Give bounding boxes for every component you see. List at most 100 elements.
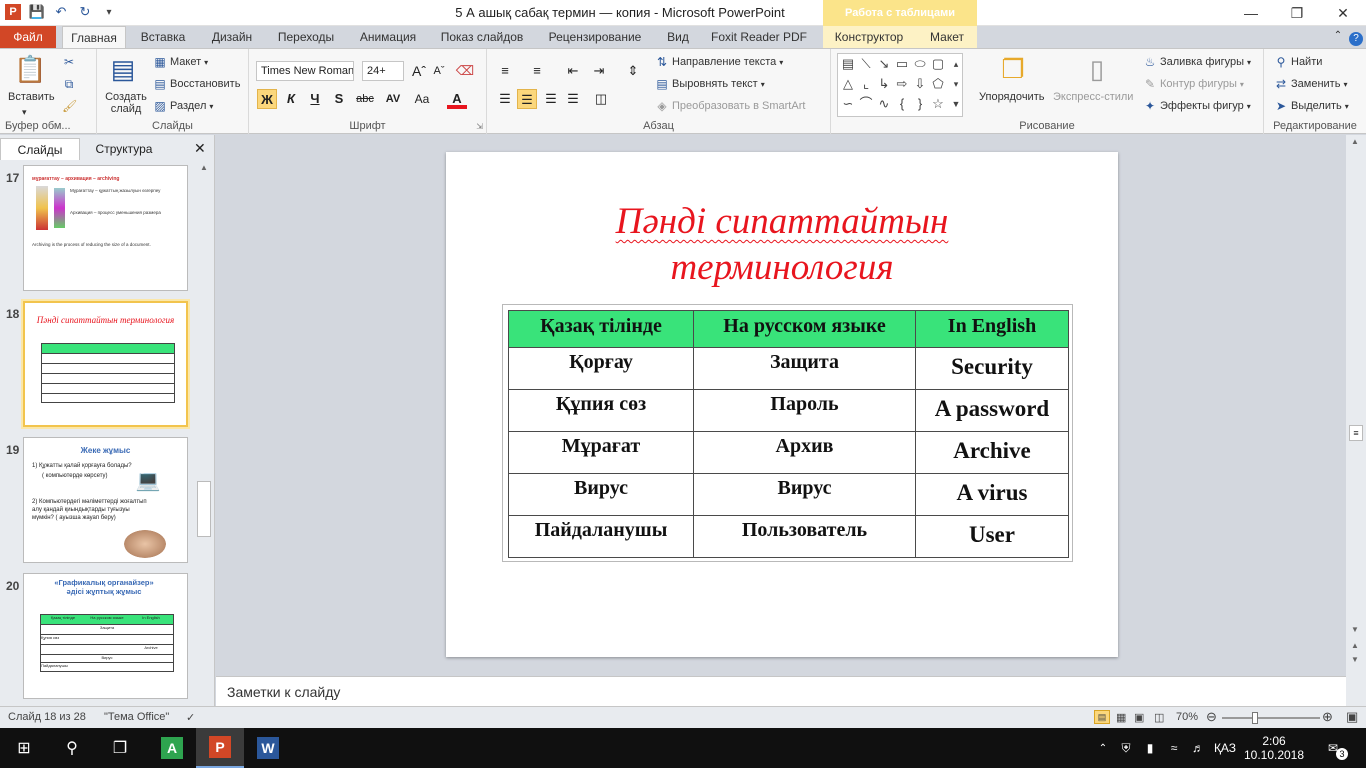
minimize-button[interactable]: — — [1228, 0, 1274, 26]
clock[interactable]: 2:06 10.10.2018 — [1244, 728, 1304, 768]
scroll-down-icon[interactable]: ▼ — [1351, 625, 1359, 634]
slide-vertical-scrollbar[interactable]: ▲ ≡ ▼ ▲ ▼ — [1346, 135, 1366, 706]
tab-home[interactable]: Главная — [62, 26, 126, 49]
bold-button[interactable]: Ж — [257, 89, 277, 109]
cell-english[interactable]: A virus — [915, 473, 1069, 516]
down-arrow-shape-icon[interactable]: ⇩ — [912, 76, 928, 92]
table-selection-frame[interactable]: Қазақ тілінде На русском языке In Englis… — [502, 304, 1073, 562]
change-case-button[interactable]: Aa — [409, 89, 435, 109]
font-name-combo[interactable]: Times New Roman — [256, 61, 354, 81]
tab-outline[interactable]: Структура — [82, 138, 166, 160]
normal-view-icon[interactable]: ▤ — [1094, 710, 1110, 724]
battery-icon[interactable]: ▮ — [1140, 728, 1160, 768]
shrink-font-icon[interactable]: Aˇ — [429, 61, 449, 81]
zoom-in-icon[interactable]: ⊕ — [1322, 709, 1333, 725]
zoom-slider[interactable] — [1222, 712, 1320, 724]
scroll-up-icon[interactable]: ▲ — [200, 163, 208, 172]
powerpoint-taskbar-icon[interactable]: P — [196, 728, 244, 768]
slide-canvas[interactable]: Пәнді сипаттайтын терминология Қазақ тіл… — [446, 152, 1118, 657]
cell-kazakh[interactable]: Қорғау — [508, 347, 694, 390]
line-shape-icon[interactable]: ⟍ — [858, 56, 874, 72]
align-center-icon[interactable]: ☰ — [517, 89, 537, 109]
decrease-indent-icon[interactable]: ⇤ — [563, 61, 583, 81]
reading-view-icon[interactable]: ▣ — [1134, 711, 1144, 724]
tab-transitions[interactable]: Переходы — [270, 26, 342, 48]
cell-russian[interactable]: Вирус — [693, 473, 916, 516]
cell-kazakh[interactable]: Құпия сөз — [508, 389, 694, 432]
elbow-connector-shape-icon[interactable]: ⌞ — [858, 76, 874, 92]
textbox-shape-icon[interactable]: ▤ — [840, 56, 856, 72]
cell-kazakh[interactable]: Вирус — [508, 473, 694, 516]
ribbon-collapse-icon[interactable]: ⌃ — [1330, 26, 1346, 48]
underline-button[interactable]: Ч — [305, 89, 325, 109]
find-button[interactable]: ⚲ Найти — [1274, 55, 1323, 69]
arrange-icon[interactable]: ❐ — [997, 53, 1029, 85]
defender-icon[interactable]: ⛨ — [1116, 728, 1136, 768]
paste-dropdown-icon[interactable]: ▾ — [22, 107, 27, 118]
font-size-combo[interactable]: 24+ — [362, 61, 404, 81]
volume-icon[interactable]: ♬ — [1188, 728, 1208, 768]
wifi-icon[interactable]: ≈ — [1164, 728, 1184, 768]
dialog-launcher-icon[interactable]: ⇲ — [476, 122, 483, 131]
cell-kazakh[interactable]: Пайдаланушы — [508, 515, 694, 558]
columns-icon[interactable]: ◫ — [591, 89, 611, 109]
freeform-shape-icon[interactable]: ∿ — [876, 96, 892, 112]
grow-font-icon[interactable]: Aˆ — [409, 61, 429, 81]
slide-thumbnail-20[interactable]: «Графикалық органайзер» әдісі жұптық жұм… — [23, 573, 188, 699]
reset-button[interactable]: ▤ Восстановить — [153, 77, 240, 91]
gallery-down-icon[interactable]: ▾ — [948, 76, 964, 92]
shape-effects-button[interactable]: ✦ Эффекты фигур ▾ — [1143, 99, 1251, 113]
tab-insert[interactable]: Вставка — [131, 26, 195, 48]
header-russian[interactable]: На русском языке — [693, 310, 916, 348]
cell-english[interactable]: Archive — [915, 431, 1069, 474]
new-slide-icon[interactable]: ▤ — [107, 53, 139, 85]
italic-button[interactable]: К — [281, 89, 301, 109]
brace-right-shape-icon[interactable]: } — [912, 96, 928, 112]
slide-title[interactable]: Пәнді сипаттайтын терминология — [446, 199, 1118, 291]
layout-button[interactable]: ▦ Макет ▾ — [153, 55, 208, 69]
strikethrough-button[interactable]: abc — [353, 89, 377, 109]
tab-table-design[interactable]: Конструктор — [828, 26, 910, 48]
format-painter-icon[interactable]: 🖌 — [62, 99, 77, 113]
notes-pane[interactable]: Заметки к слайду — [216, 676, 1350, 706]
gallery-more-icon[interactable]: ▼ — [948, 96, 964, 112]
cell-kazakh[interactable]: Мұрағат — [508, 431, 694, 474]
star-shape-icon[interactable]: ☆ — [930, 96, 946, 112]
slide-thumbnail-19[interactable]: Жеке жұмыс 1) Құжатты қалай қорғауға бол… — [23, 437, 188, 563]
smartart-button[interactable]: ◈ Преобразовать в SmartArt — [655, 99, 805, 113]
pane-close-icon[interactable]: ✕ — [190, 138, 210, 160]
align-text-button[interactable]: ▤ Выровнять текст ▾ — [655, 77, 764, 91]
align-right-icon[interactable]: ☰ — [541, 89, 561, 109]
cut-icon[interactable]: ✂ — [62, 55, 76, 69]
replace-button[interactable]: ⇄ Заменить ▾ — [1274, 77, 1347, 91]
search-icon[interactable]: ⚲ — [48, 728, 96, 768]
shape-fill-button[interactable]: ♨ Заливка фигуры ▾ — [1143, 55, 1251, 69]
line-spacing-icon[interactable]: ⇕ — [623, 61, 643, 81]
action-center-icon[interactable]: ✉ 3 — [1318, 728, 1358, 768]
triangle-shape-icon[interactable]: △ — [840, 76, 856, 92]
windows-start-icon[interactable]: ⊞ — [0, 728, 48, 768]
arrow-line-shape-icon[interactable]: ↘ — [876, 56, 892, 72]
cell-russian[interactable]: Пользователь — [693, 515, 916, 558]
numbering-icon[interactable]: ≡ — [527, 61, 547, 81]
char-spacing-button[interactable]: AV — [381, 89, 405, 109]
close-button[interactable]: ✕ — [1320, 0, 1366, 26]
elbow-arrow-shape-icon[interactable]: ↳ — [876, 76, 892, 92]
shapes-gallery[interactable]: ▤ ⟍ ↘ ▭ ⬭ ▢ △ ⌞ ↳ ⇨ ⇩ ⬠ ∽ ⌒ ∿ { } ☆ ▴ ▾ … — [837, 53, 963, 117]
slide-thumbnail-18[interactable]: Пәнді сипаттайтын терминология — [23, 301, 188, 427]
slideshow-icon[interactable]: ◫ — [1154, 711, 1164, 724]
tab-slides[interactable]: Слайды — [0, 138, 80, 160]
cell-english[interactable]: User — [915, 515, 1069, 558]
pane-scrollbar[interactable]: ▲ — [197, 163, 211, 703]
fit-to-window-icon[interactable]: ▣ — [1346, 709, 1358, 725]
zoom-slider-thumb[interactable] — [1252, 712, 1258, 724]
increase-indent-icon[interactable]: ⇥ — [589, 61, 609, 81]
arc-shape-icon[interactable]: ⌒ — [858, 96, 874, 112]
align-left-icon[interactable]: ☰ — [495, 89, 515, 109]
scroll-up-icon[interactable]: ▲ — [1351, 137, 1359, 146]
cell-russian[interactable]: Пароль — [693, 389, 916, 432]
shadow-button[interactable]: S — [329, 89, 349, 109]
tab-design[interactable]: Дизайн — [202, 26, 262, 48]
terms-table[interactable]: Қазақ тілінде На русском языке In Englis… — [508, 310, 1069, 558]
slide-thumbnail-17[interactable]: мұрағаттау – архивация – archiving Мұрағ… — [23, 165, 188, 291]
